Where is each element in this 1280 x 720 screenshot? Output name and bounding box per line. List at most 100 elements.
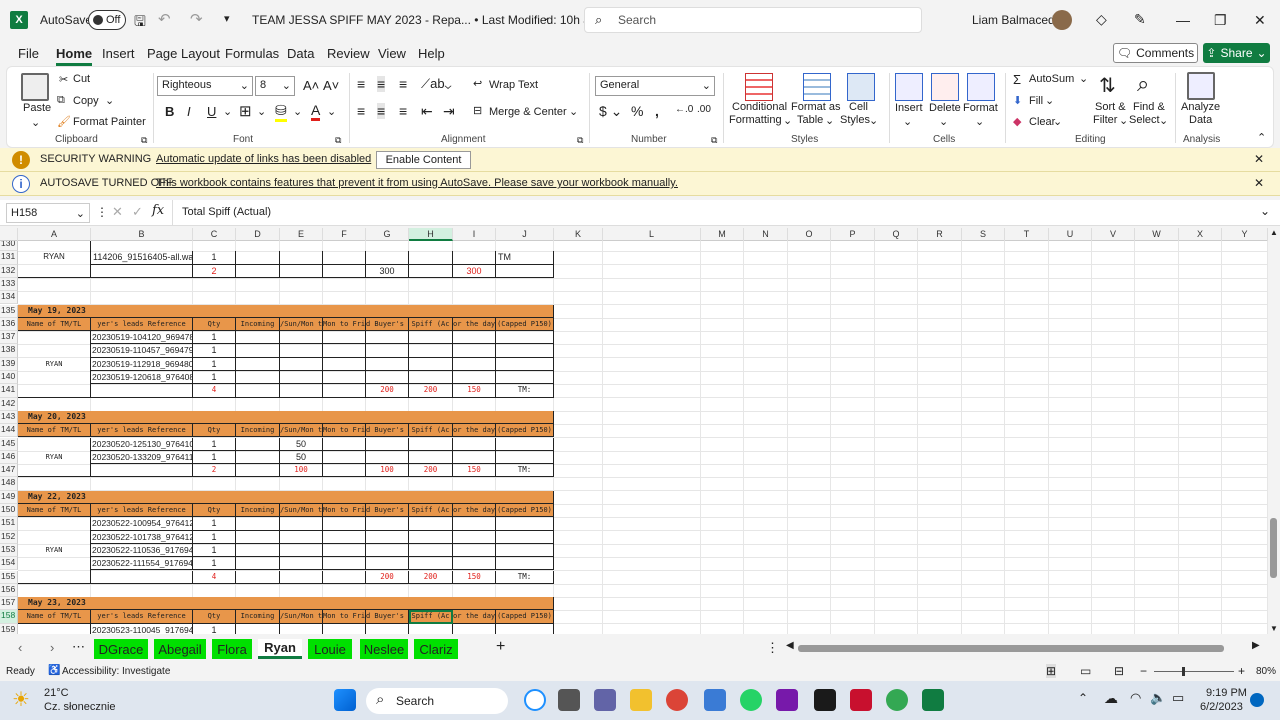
scroll-right-icon[interactable]: ▶ <box>1252 640 1260 651</box>
customize-qat-icon[interactable]: ▾ <box>224 12 230 25</box>
align-top-icon[interactable]: ≡ <box>357 76 365 92</box>
cell-f137[interactable] <box>323 331 366 345</box>
column-label-c[interactable]: Qty <box>193 504 236 518</box>
column-label-j[interactable]: (Capped P150) <box>496 504 554 518</box>
conditional-formatting-label2[interactable]: Formatting <box>729 114 782 126</box>
cell-b141[interactable] <box>91 384 193 398</box>
total-cell-e[interactable]: 100 <box>280 464 323 478</box>
paste-button[interactable]: Paste <box>23 102 51 114</box>
total-cell-c[interactable]: 4 <box>193 384 236 398</box>
column-header-x[interactable]: X <box>1179 228 1222 241</box>
cell-h153[interactable] <box>409 543 453 558</box>
comma-icon[interactable]: , <box>655 103 659 119</box>
row-header-149[interactable]: 149 <box>0 490 18 504</box>
cell-j139[interactable] <box>496 357 554 371</box>
cell-j153[interactable] <box>496 543 554 558</box>
column-header-k[interactable]: K <box>554 228 603 241</box>
cell-b131[interactable]: 114206_91516405-all.wav <box>91 251 193 265</box>
tm-name-cell[interactable]: RYAN <box>18 517 91 584</box>
cell-d132[interactable] <box>236 264 280 278</box>
cancel-icon[interactable]: ✕ <box>112 204 123 220</box>
accessibility-status[interactable]: Accessibility: Investigate <box>62 666 170 677</box>
chevron-down-icon[interactable]: ⌄ <box>105 94 114 107</box>
column-header-y[interactable]: Y <box>1222 228 1268 241</box>
chevron-down-icon[interactable]: ⌄ <box>1159 114 1168 127</box>
cell-g159[interactable] <box>366 623 409 634</box>
cell-d137[interactable] <box>236 331 280 345</box>
cell-e138[interactable] <box>280 344 323 358</box>
cell-styles-button[interactable]: Cell <box>849 101 868 113</box>
column-header-h[interactable]: H <box>409 228 453 241</box>
cell-j159[interactable] <box>496 623 554 634</box>
cell-j152[interactable] <box>496 530 554 544</box>
row-header-135[interactable]: 135 <box>0 304 18 318</box>
cell-e131[interactable] <box>280 251 323 265</box>
total-cell-e[interactable] <box>280 384 323 398</box>
cell-h132[interactable] <box>409 264 453 278</box>
cell-g152[interactable] <box>366 530 409 544</box>
cell-d152[interactable] <box>236 530 280 544</box>
cell-j138[interactable] <box>496 344 554 358</box>
column-header-q[interactable]: Q <box>875 228 918 241</box>
taskbar-search[interactable]: ⌕ Search <box>366 688 508 714</box>
cell-e140[interactable] <box>280 371 323 385</box>
dialog-launcher-icon[interactable]: ⧉ <box>577 135 583 146</box>
column-label-f[interactable]: Mon to Fri <box>323 610 366 624</box>
qty-cell[interactable]: 1 <box>193 530 236 544</box>
chevron-down-icon[interactable]: ⌄ <box>975 115 984 128</box>
dialog-launcher-icon[interactable]: ⧉ <box>335 135 341 146</box>
format-cells-icon[interactable] <box>967 73 995 101</box>
media-app-icon[interactable] <box>814 689 836 711</box>
row-header-142[interactable]: 142 <box>0 397 18 411</box>
tab-help[interactable]: Help <box>418 46 445 61</box>
delete-cells-icon[interactable] <box>931 73 959 101</box>
column-header-l[interactable]: L <box>603 228 701 241</box>
row-header-155[interactable]: 155 <box>0 570 18 584</box>
column-header-d[interactable]: D <box>236 228 280 241</box>
cell-f159[interactable] <box>323 623 366 634</box>
cell-i154[interactable] <box>453 557 496 571</box>
row-header-147[interactable]: 147 <box>0 464 18 478</box>
column-label-a[interactable]: Name of TM/TL <box>18 424 91 438</box>
column-header-w[interactable]: W <box>1135 228 1179 241</box>
cell-g154[interactable] <box>366 557 409 571</box>
cell-f152[interactable] <box>323 530 366 544</box>
cell-f146[interactable] <box>323 450 366 465</box>
column-label-e[interactable]: /Sun/Mon to <box>280 317 323 332</box>
total-cell-f[interactable] <box>323 570 366 584</box>
cell-i152[interactable] <box>453 530 496 544</box>
cell-e132[interactable] <box>280 264 323 278</box>
whatsapp-icon[interactable] <box>740 689 762 711</box>
onenote-icon[interactable] <box>776 689 798 711</box>
cell-e145[interactable]: 50 <box>280 437 323 451</box>
chevron-down-icon[interactable]: ⌄ <box>569 105 578 118</box>
total-cell-g[interactable]: 200 <box>366 570 409 584</box>
column-label-g[interactable]: d Buyer's 1 <box>366 504 409 518</box>
total-cell-c[interactable]: 2 <box>193 464 236 478</box>
lead-reference-cell[interactable]: 20230522-111554_917694 <box>91 557 193 571</box>
autosave-toggle[interactable]: Off <box>88 10 126 30</box>
tab-formulas[interactable]: Formulas <box>225 46 279 61</box>
column-label-d[interactable]: Incoming <box>236 424 280 438</box>
cell-g137[interactable] <box>366 331 409 345</box>
prev-sheet-icon[interactable]: ‹ <box>18 640 22 655</box>
cell-d146[interactable] <box>236 450 280 465</box>
column-label-j[interactable]: (Capped P150) <box>496 317 554 332</box>
add-sheet-icon[interactable]: + <box>496 638 505 656</box>
user-name[interactable]: Liam Balmaceda <box>972 13 1061 27</box>
column-header-e[interactable]: E <box>280 228 323 241</box>
onedrive-icon[interactable]: ☁ <box>1104 690 1118 707</box>
italic-button[interactable]: I <box>187 104 191 119</box>
row-header-131[interactable]: 131 <box>0 251 18 265</box>
options-icon[interactable]: ⋮ <box>766 640 779 656</box>
cell-h131[interactable] <box>409 251 453 265</box>
chevron-down-icon[interactable]: ⌄ <box>542 12 550 23</box>
cell-d139[interactable] <box>236 357 280 371</box>
column-label-f[interactable]: Mon to Fri <box>323 424 366 438</box>
column-label-d[interactable]: Incoming <box>236 504 280 518</box>
cell-g132[interactable]: 300 <box>366 264 409 278</box>
tab-home[interactable]: Home <box>56 46 93 66</box>
sheet-tab-ryan[interactable]: Ryan <box>258 639 302 659</box>
chevron-down-icon[interactable]: ⌄ <box>327 105 336 118</box>
cell-g145[interactable] <box>366 437 409 451</box>
